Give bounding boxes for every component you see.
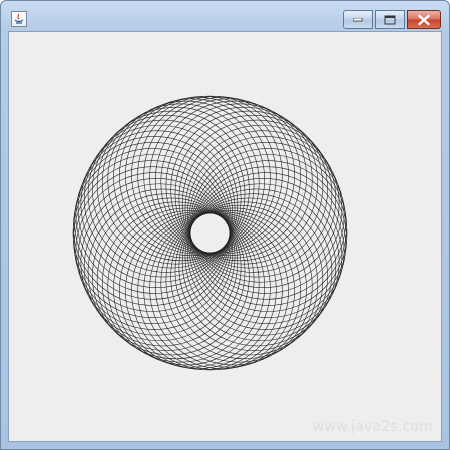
- close-button[interactable]: [407, 10, 441, 29]
- app-window: www.java2s.com: [0, 0, 450, 450]
- watermark-text: www.java2s.com: [312, 419, 433, 435]
- minimize-icon: [353, 17, 363, 21]
- spirograph-drawing: [72, 95, 348, 371]
- close-icon: [418, 14, 430, 25]
- java-app-icon[interactable]: [11, 11, 27, 27]
- minimize-button[interactable]: [343, 10, 373, 29]
- maximize-icon: [384, 15, 396, 24]
- maximize-button[interactable]: [375, 10, 405, 29]
- title-bar[interactable]: [1, 1, 449, 31]
- drawing-canvas: www.java2s.com: [8, 31, 442, 442]
